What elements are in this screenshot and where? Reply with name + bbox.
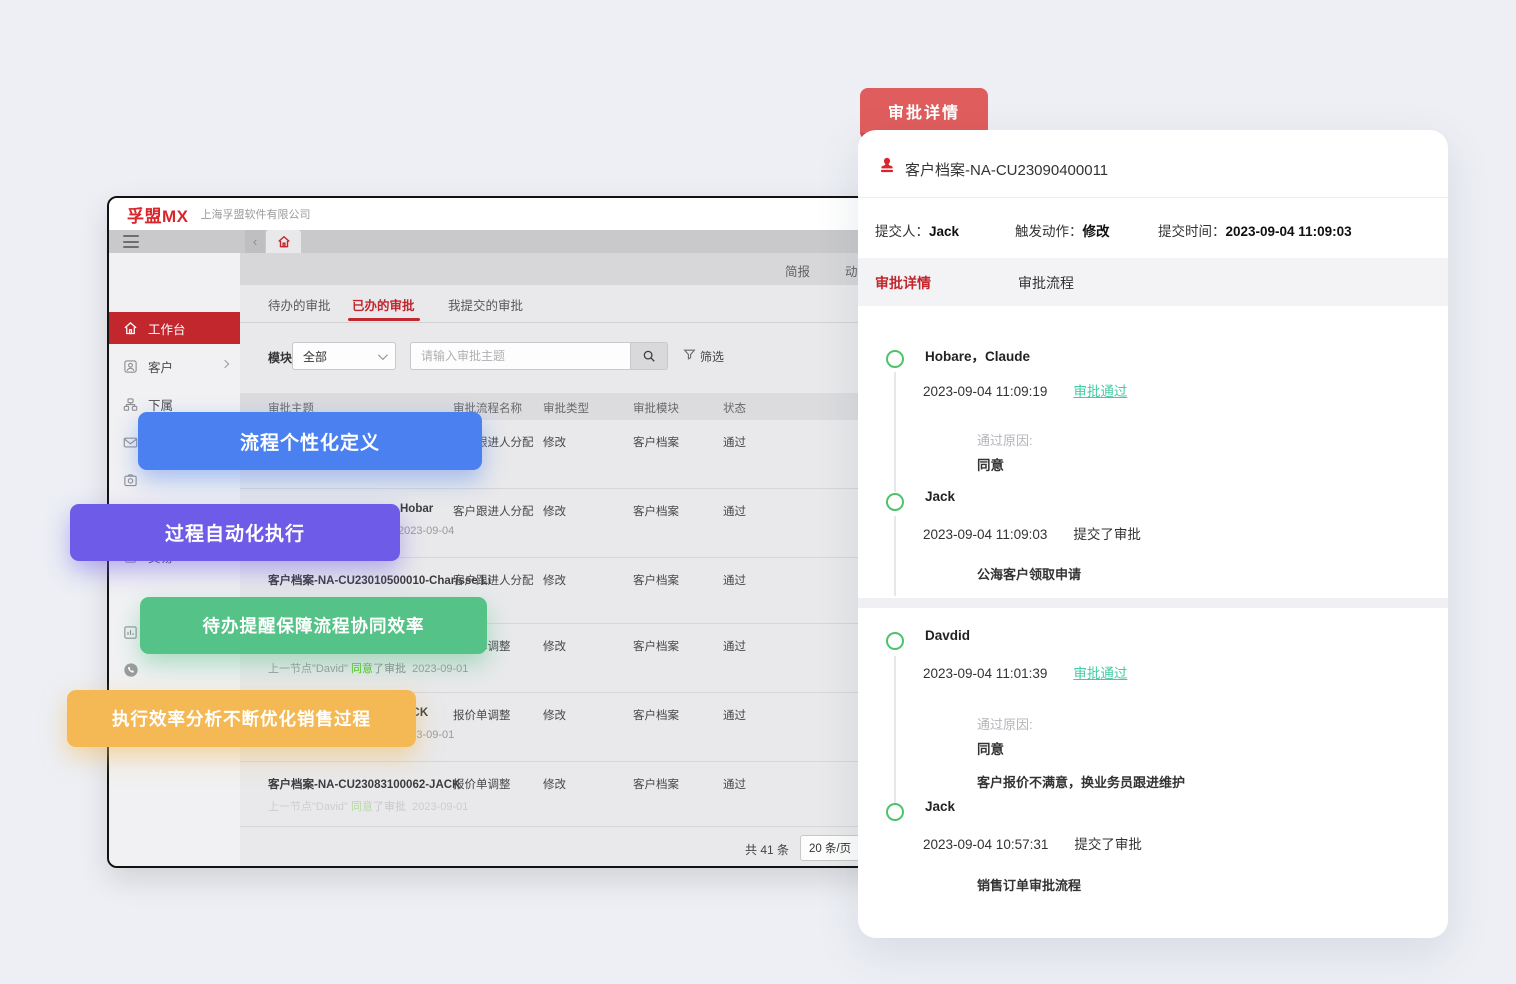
search-icon [642,349,656,363]
company-name: 上海孚盟软件有限公司 [201,206,311,222]
chevron-right-icon [221,360,229,368]
col-module: 审批模块 [633,400,679,416]
timeline-connector [894,516,896,596]
col-type: 审批类型 [543,400,589,416]
reason-value: 同意 [977,454,1004,474]
mail-icon [123,435,138,450]
approval-detail-panel: 客户档案-NA-CU23090400011 提交人：Jack 触发动作：修改 提… [858,130,1448,938]
menu-collapse-icon[interactable] [123,235,139,248]
home-icon [277,235,291,249]
home-tab[interactable] [266,230,301,253]
timeline-dot [886,803,904,821]
sidebar-item-phone[interactable] [109,654,240,686]
phone-icon [123,662,139,678]
callout-todo-reminder: 待办提醒保障流程协同效率 [140,597,487,654]
reason-label: 通过原因: [977,714,1033,733]
product-icon [123,473,138,488]
filter-button[interactable]: 筛选 [700,348,724,365]
reason-label: 通过原因: [977,430,1033,449]
approval-result-link[interactable]: 审批通过 [1073,666,1127,681]
submit-time: 2023-09-04 11:09:03 [1226,224,1352,239]
chevron-down-icon [378,350,388,360]
timeline-connector [894,372,896,492]
back-button[interactable]: ‹ [245,230,265,253]
timeline-dot [886,632,904,650]
timeline-section-divider [858,598,1448,608]
search-button[interactable] [630,342,668,370]
tab-my-submitted-approvals[interactable]: 我提交的审批 [448,295,523,314]
submitter: Jack [929,224,959,239]
report-icon [123,625,138,640]
approval-timeline: Hobare，Claude 2023-09-04 11:09:19 审批通过 通过… [858,306,1448,938]
approval-title: 客户档案-NA-CU23090400011 [905,159,1108,180]
active-tab-underline [348,318,420,321]
callout-process-automation: 过程自动化执行 [70,504,400,561]
approver-name: Jack [925,799,955,814]
timeline-dot [886,350,904,368]
callout-process-personalization: 流程个性化定义 [138,412,482,470]
approval-time: 2023-09-04 10:57:31 [923,837,1048,852]
timeline-connector [894,656,896,806]
customer-icon [123,359,138,374]
subordinate-icon [123,397,138,412]
panel-tabs: 审批详情 审批流程 [858,258,1448,306]
page: 孚盟MX 上海孚盟软件有限公司 ‹ 工作台 [0,0,1516,984]
approver-name: Jack [925,489,955,504]
sidebar-item-customers[interactable]: 客户 [109,350,240,382]
callout-efficiency-analysis: 执行效率分析不断优化销售过程 [67,690,416,747]
approver-name: Hobare，Claude [925,345,1030,365]
reason-value: 同意 [977,738,1004,758]
total-count: 共 41 条 [745,841,789,858]
home-icon [123,321,138,336]
approval-note: 销售订单审批流程 [977,875,1081,894]
module-label: 模块 [268,349,292,366]
sidebar-item-workbench[interactable]: 工作台 [109,312,240,344]
tab-briefing[interactable]: 简报 [785,261,810,280]
approval-note: 客户报价不满意，换业务员跟进维护 [977,772,1185,791]
approval-action: 提交了审批 [1073,527,1141,542]
tab-approval-flow[interactable]: 审批流程 [1018,273,1074,293]
col-status: 状态 [723,400,746,416]
trigger-action: 修改 [1083,224,1110,239]
panel-header: 客户档案-NA-CU23090400011 [858,130,1448,198]
app-logo: 孚盟MX [127,202,189,227]
timeline-dot [886,493,904,511]
approval-note: 公海客户领取申请 [977,564,1081,583]
approval-result-link[interactable]: 审批通过 [1073,384,1127,399]
approval-time: 2023-09-04 11:09:19 [923,384,1047,399]
tab-done-approvals[interactable]: 已办的审批 [352,295,415,314]
approver-name: Davdid [925,628,970,643]
panel-meta: 提交人：Jack 触发动作：修改 提交时间：2023-09-04 11:09:0… [858,198,1448,258]
tab-pending-approvals[interactable]: 待办的审批 [268,295,331,314]
approval-time: 2023-09-04 11:09:03 [923,527,1047,542]
stamp-icon [878,156,896,174]
approval-time: 2023-09-04 11:01:39 [923,666,1047,681]
search-input[interactable] [410,342,630,370]
funnel-icon [683,348,696,361]
tab-approval-detail[interactable]: 审批详情 [875,273,931,293]
approval-action: 提交了审批 [1074,837,1142,852]
module-select[interactable]: 全部 [292,342,396,370]
